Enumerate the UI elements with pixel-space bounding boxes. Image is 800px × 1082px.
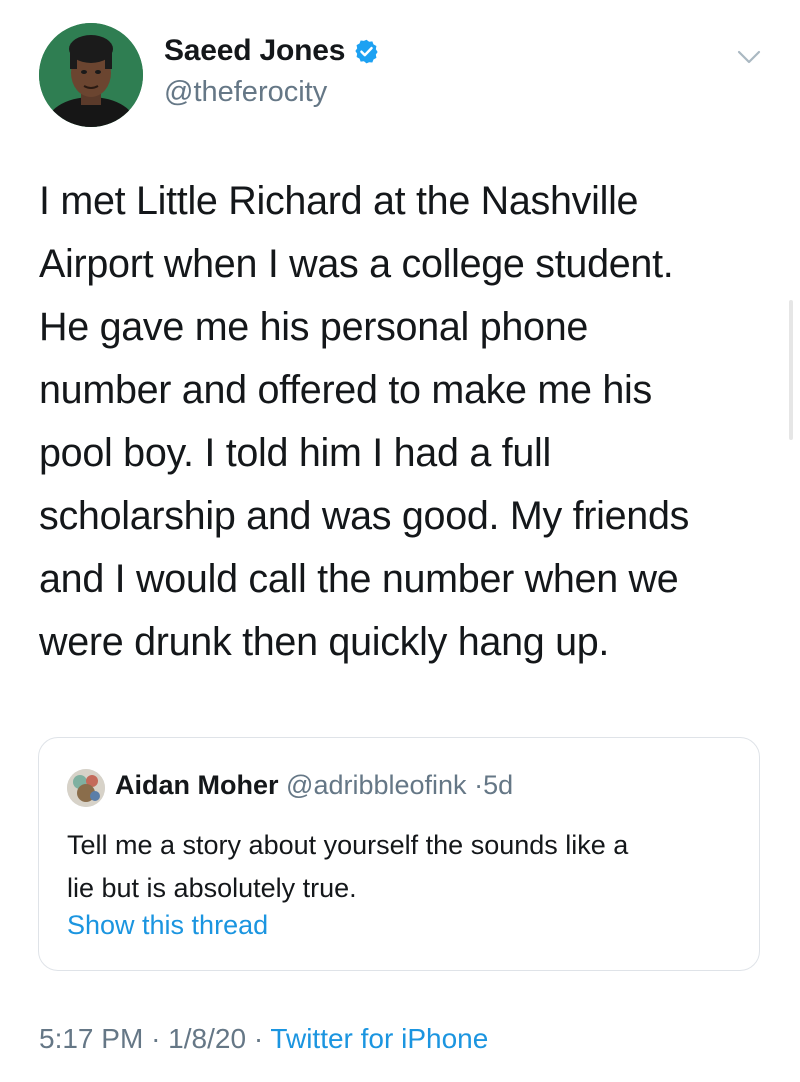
verified-badge-icon — [355, 39, 378, 63]
meta-separator: · — [253, 1023, 264, 1054]
quoted-header: Aidan Moher @adribbleofink ·5d — [115, 770, 513, 801]
chevron-down-icon[interactable] — [736, 44, 762, 70]
tweet-date: 1/8/20 — [168, 1023, 247, 1054]
quoted-handle[interactable]: @adribbleofink — [286, 770, 467, 800]
tweet-source-link[interactable]: Twitter for iPhone — [270, 1023, 488, 1054]
author-handle[interactable]: @theferocity — [164, 76, 327, 109]
quoted-tweet-text: Tell me a story about yourself the sound… — [67, 830, 629, 903]
quoted-author-avatar[interactable] — [67, 769, 105, 807]
quoted-avatar-image — [67, 769, 105, 807]
quoted-age: 5d — [483, 770, 514, 800]
show-thread-link[interactable]: Show this thread — [67, 910, 268, 941]
quoted-display-name[interactable]: Aidan Moher — [115, 770, 279, 800]
tweet-meta: 5:17 PM · 1/8/20 · Twitter for iPhone — [39, 1023, 488, 1055]
author-display-name[interactable]: Saeed Jones — [164, 34, 345, 68]
author-avatar-image — [39, 23, 143, 127]
tweet-time: 5:17 PM — [39, 1023, 144, 1054]
author-avatar[interactable] — [39, 23, 143, 127]
author-name-row: Saeed Jones — [164, 34, 380, 68]
scrollbar[interactable] — [789, 300, 793, 440]
tweet-text: I met Little Richard at the Nashville Ai… — [39, 179, 690, 664]
meta-separator: · — [151, 1023, 161, 1054]
quoted-separator: · — [474, 770, 484, 800]
quoted-tweet-card[interactable]: Aidan Moher @adribbleofink ·5d Tell me a… — [38, 737, 760, 971]
